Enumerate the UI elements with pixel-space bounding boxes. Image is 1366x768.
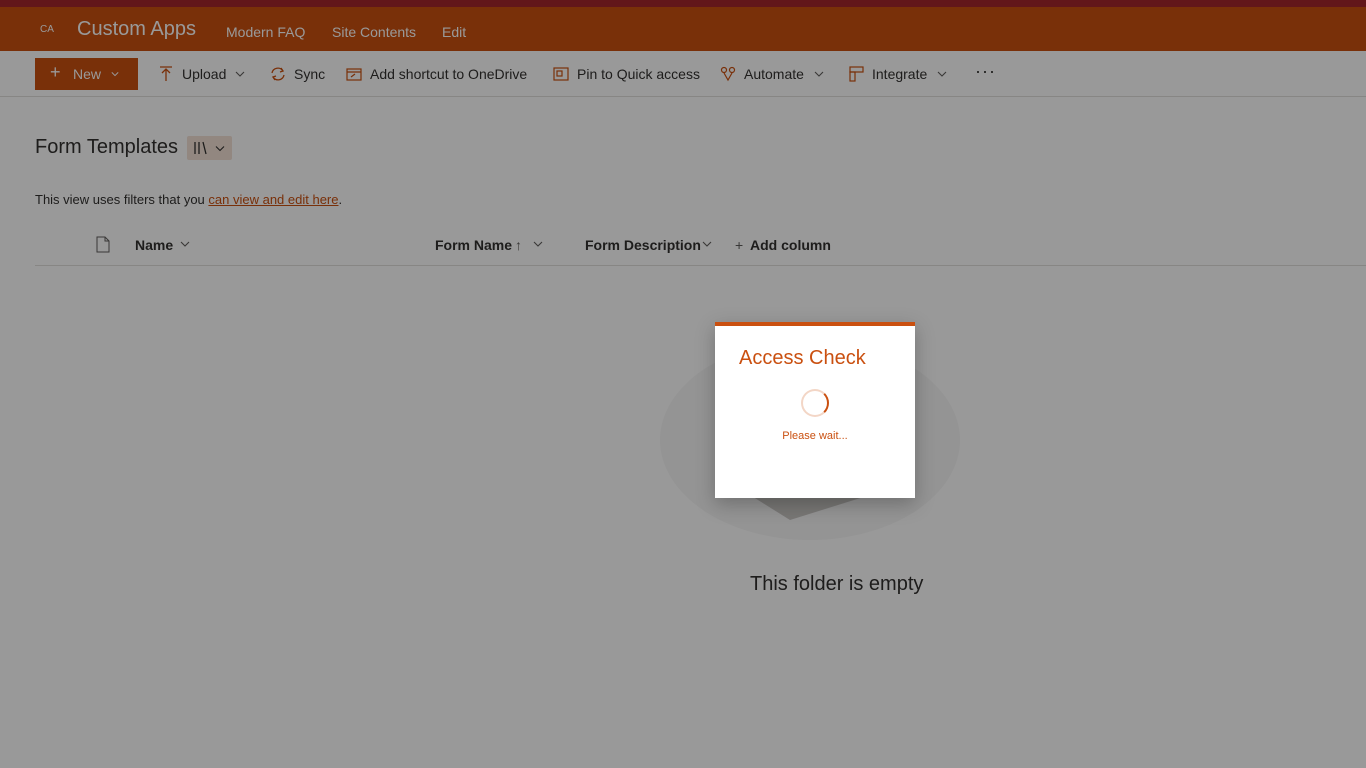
dialog-message: Please wait... bbox=[782, 430, 848, 442]
modal-overlay bbox=[0, 0, 1366, 768]
dialog-title: Access Check bbox=[739, 347, 866, 369]
loading-spinner-icon bbox=[801, 389, 829, 417]
access-check-dialog: Access Check Please wait... bbox=[715, 322, 915, 498]
